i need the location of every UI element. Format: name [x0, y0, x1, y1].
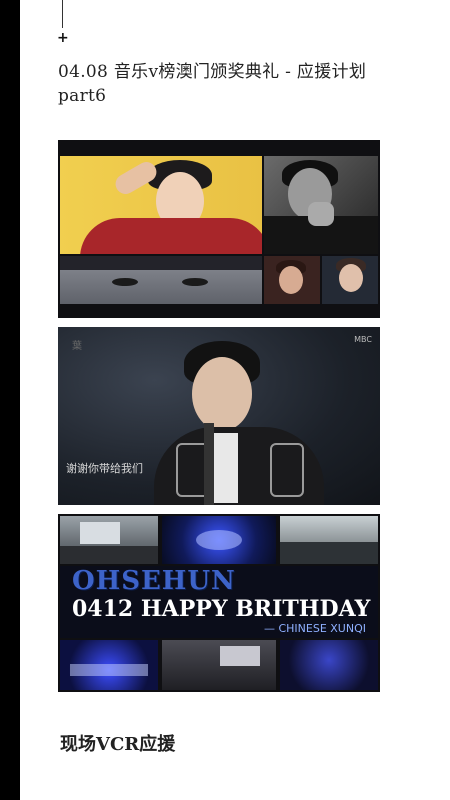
- post-title-line-2: part6: [58, 86, 107, 106]
- timeline-line: [62, 0, 63, 28]
- event-photo-2: [162, 516, 276, 564]
- event-photo-3: [280, 516, 378, 564]
- event-photo-5: [162, 640, 276, 690]
- event-photo-6: [280, 640, 378, 690]
- vcr-video-still[interactable]: 葉 MBC 谢谢你带给我们: [58, 327, 380, 505]
- photo-collage-panel[interactable]: [58, 140, 380, 318]
- collage-photo-small-1: [264, 256, 320, 304]
- watermark: 葉: [72, 341, 82, 352]
- banner-name: OHSEHUN: [72, 566, 236, 596]
- event-photo-4: [60, 640, 158, 690]
- left-black-bar: [0, 0, 20, 800]
- tv-logo: MBC: [354, 335, 372, 344]
- collage-photo-yellow: [60, 156, 262, 254]
- collage-photo-small-2: [322, 256, 378, 304]
- post-title: 04.08 音乐v榜澳门颁奖典礼 - 应援计划 part6: [58, 60, 388, 108]
- post-title-line-1: 04.08 音乐v榜澳门颁奖典礼 - 应援计划: [58, 62, 367, 82]
- section-heading: 现场VCR应援: [60, 734, 176, 755]
- event-photo-1: [60, 516, 158, 564]
- birthday-banner[interactable]: OHSEHUN 0412 HAPPY BRITHDAY — CHINESE XU…: [58, 514, 380, 692]
- collage-photo-eyes: [60, 256, 262, 304]
- plus-icon: +: [57, 30, 69, 46]
- banner-signature: — CHINESE XUNQI: [263, 622, 366, 635]
- video-subtitle: 谢谢你带给我们: [66, 462, 143, 475]
- collage-photo-bw: [264, 156, 378, 254]
- banner-headline: 0412 HAPPY BRITHDAY: [72, 596, 371, 622]
